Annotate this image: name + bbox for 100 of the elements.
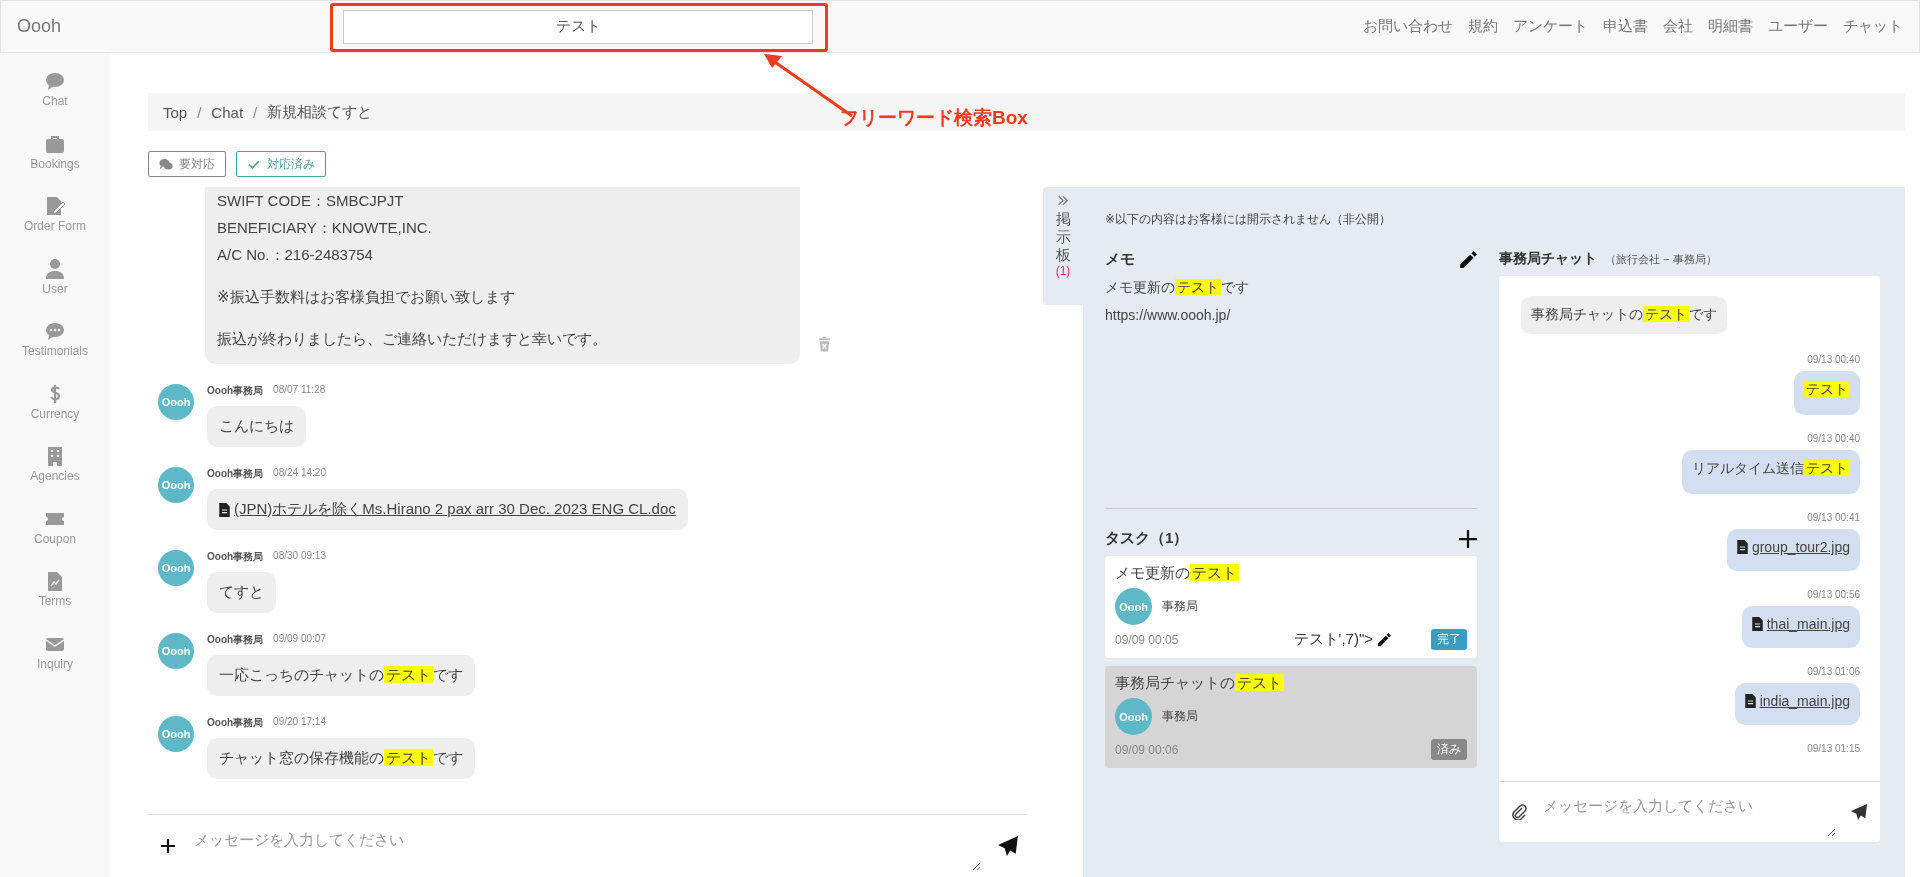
filter-button[interactable]: 要対応 xyxy=(148,151,226,177)
tab-count: (1) xyxy=(1055,264,1071,278)
sidebar-item[interactable]: Agencies xyxy=(0,446,110,509)
tasks-title: タスク（1） xyxy=(1105,529,1189,548)
message-input[interactable]: メッセージを入力してください xyxy=(192,821,981,871)
breadcrumb-separator: / xyxy=(197,103,202,121)
search-field[interactable]: テスト xyxy=(343,9,813,44)
bulletin-board-tab[interactable]: 掲示板 (1) xyxy=(1043,187,1083,305)
file-icon xyxy=(1744,694,1756,708)
breadcrumb-separator: / xyxy=(253,103,258,121)
message-text: こんにちは xyxy=(219,417,294,436)
form-icon xyxy=(45,196,65,216)
file-link[interactable]: india_main.jpg xyxy=(1759,693,1850,709)
sidebar-item[interactable]: User xyxy=(0,258,110,321)
briefcase-icon xyxy=(45,133,65,154)
message-text: リアルタイム送信テスト xyxy=(1692,460,1850,478)
nav-link[interactable]: アンケート xyxy=(1513,17,1588,36)
filter-button[interactable]: 対応済み xyxy=(236,151,326,177)
nav-link[interactable]: 申込書 xyxy=(1603,17,1648,36)
avatar: Oooh xyxy=(1115,698,1152,735)
message-text: BENEFICIARY：KNOWTE,INC. xyxy=(217,218,432,238)
assignee-name: 事務局 xyxy=(1162,598,1198,615)
message-text: 事務局チャットのテストです xyxy=(1531,306,1717,324)
message-text: 振込が終わりましたら、ご連絡いただけますと幸いです。 xyxy=(217,329,607,349)
message-time: 09/13 00:40 xyxy=(1807,354,1860,365)
sidebar-item[interactable]: Currency xyxy=(0,383,110,446)
file-link[interactable]: thai_main.jpg xyxy=(1766,616,1850,632)
avatar: Oooh xyxy=(158,716,194,752)
user-icon xyxy=(45,258,65,279)
sender-name: Oooh事務局 xyxy=(207,716,264,730)
nav-link[interactable]: 会社 xyxy=(1663,17,1693,36)
message-time: 09/13 01:06 xyxy=(1807,666,1860,677)
paperclip-icon[interactable] xyxy=(1511,804,1527,820)
message-text: SWIFT CODE：SMBCJPJT xyxy=(217,191,405,211)
edit-label: テスト',7)"> xyxy=(1293,630,1373,649)
sidebar-item[interactable]: Chat xyxy=(0,71,110,134)
notice-text: ※以下の内容はお客様には開示されません（非公開） xyxy=(1105,211,1393,228)
message-time: 09/13 00:56 xyxy=(1807,589,1860,600)
chat-icon xyxy=(45,71,65,91)
sender-name: Oooh事務局 xyxy=(207,550,264,564)
sidebar-item[interactable]: Order Form xyxy=(0,196,110,259)
office-chat-subtitle: （旅行会社 − 事務局） xyxy=(1605,252,1717,267)
assignee-name: 事務局 xyxy=(1162,708,1198,725)
avatar: Oooh xyxy=(158,550,194,586)
avatar: Oooh xyxy=(158,467,194,503)
plus-icon[interactable] xyxy=(160,838,176,854)
avatar: Oooh xyxy=(1115,588,1152,625)
message-time: 09/09 00:07 xyxy=(273,633,326,646)
task-title: 事務局チャットのテスト xyxy=(1115,674,1285,693)
tab-label: 掲示板 xyxy=(1055,210,1071,264)
message-text: A/C No.：216-2483754 xyxy=(217,245,374,265)
pencil-icon[interactable] xyxy=(1459,250,1477,269)
file-link[interactable]: group_tour2.jpg xyxy=(1751,539,1850,555)
comments-icon xyxy=(159,157,173,171)
message-text: テスト xyxy=(1804,381,1850,399)
message-time: 08/07 11:28 xyxy=(273,384,326,397)
sidebar-item[interactable]: Inquiry xyxy=(0,633,110,696)
sidebar-item[interactable]: Testimonials xyxy=(0,321,110,384)
message-time: 08/30 09:13 xyxy=(273,550,326,563)
nav-link[interactable]: チャット xyxy=(1843,17,1903,36)
file-link[interactable]: (JPN)ホテルを除くMs.Hirano 2 pax arr 30 Dec. 2023 ENG CL.doc xyxy=(234,500,676,519)
message-time: 09/13 00:40 xyxy=(1807,433,1860,444)
sender-name: Oooh事務局 xyxy=(207,467,264,481)
message-text: てすと xyxy=(219,583,264,602)
send-icon[interactable] xyxy=(1850,803,1868,821)
pencil-icon[interactable] xyxy=(1377,632,1391,647)
doc-icon xyxy=(45,571,65,591)
nav-link[interactable]: ユーザー xyxy=(1768,17,1828,36)
sender-name: Oooh事務局 xyxy=(207,384,264,398)
nav-link[interactable]: 明細書 xyxy=(1708,17,1753,36)
message-time: 08/24 14:20 xyxy=(273,467,326,480)
brand-name[interactable]: Oooh xyxy=(17,16,343,37)
plus-icon[interactable] xyxy=(1459,529,1477,548)
status-badge: 済み xyxy=(1431,739,1467,760)
breadcrumb-link[interactable]: 新規相談てすと xyxy=(267,102,373,122)
send-icon[interactable] xyxy=(997,835,1019,857)
sidebar-item[interactable]: Bookings xyxy=(0,133,110,196)
nav-link[interactable]: お問い合わせ xyxy=(1363,17,1453,36)
message-time: 09/13 00:41 xyxy=(1807,512,1860,523)
message-time: 09/20 17:14 xyxy=(273,716,326,729)
complete-button[interactable]: 完了 xyxy=(1431,629,1467,650)
avatar: Oooh xyxy=(158,633,194,669)
task-title: メモ更新のテスト xyxy=(1115,564,1240,583)
message-time: 09/13 01:15 xyxy=(1807,743,1860,754)
task-date: 09/09 00:06 xyxy=(1115,742,1179,757)
nav-link[interactable]: 規約 xyxy=(1468,17,1498,36)
office-chat-title: 事務局チャット xyxy=(1499,250,1597,268)
memo-text: メモ更新のテストです xyxy=(1105,279,1250,297)
sidebar-item[interactable]: Terms xyxy=(0,571,110,634)
message-input[interactable]: メッセージを入力してください xyxy=(1541,787,1836,837)
avatar: Oooh xyxy=(158,384,194,420)
file-icon xyxy=(219,502,230,517)
breadcrumb-link[interactable]: Chat xyxy=(211,103,244,121)
message-text: 一応こっちのチャットのテストです xyxy=(219,666,463,685)
comment-icon xyxy=(45,321,65,341)
message-text: ※振込手数料はお客様負担でお願い致します xyxy=(217,287,515,307)
breadcrumb-link[interactable]: Top xyxy=(163,103,188,121)
sidebar-item[interactable]: Coupon xyxy=(0,508,110,571)
memo-text: https://www.oooh.jp/ xyxy=(1105,307,1232,323)
file-icon xyxy=(1751,617,1763,631)
